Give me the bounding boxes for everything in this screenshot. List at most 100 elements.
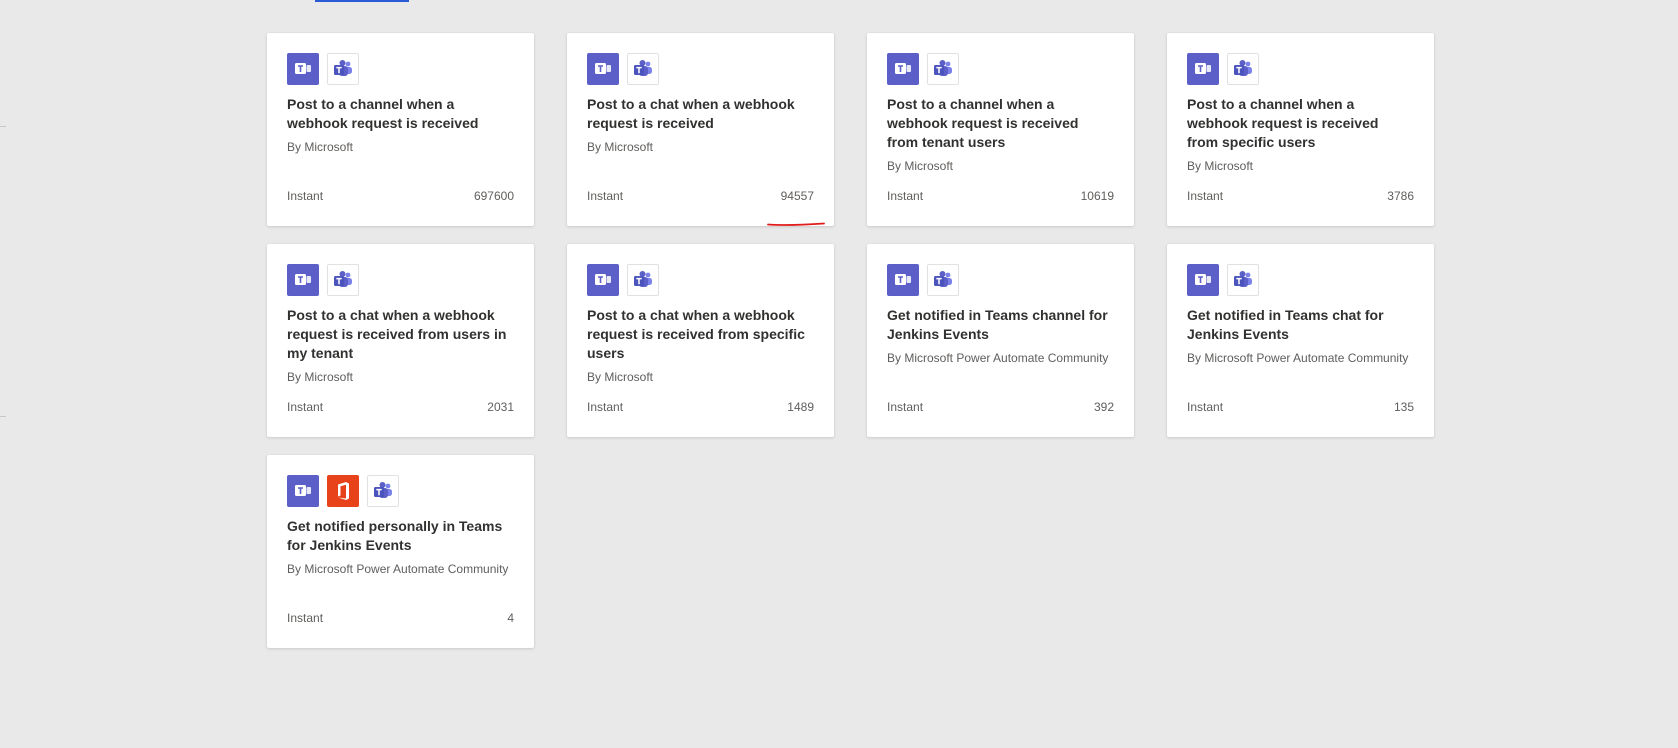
card-usage-count: 392 [1093, 400, 1114, 414]
teams-message-icon-glyph [1195, 274, 1211, 285]
card-author: By Microsoft Power Automate Community [1187, 351, 1409, 365]
card-author: By Microsoft Power Automate Community [887, 351, 1109, 365]
card-title: Post to a chat when a webhook request is… [587, 96, 795, 131]
teams-message-icon-glyph [595, 274, 611, 285]
card-title: Post to a channel when a webhook request… [1187, 96, 1379, 150]
template-card[interactable]: Post to a chat when a webhook request is… [567, 33, 834, 226]
teams-icon [327, 53, 359, 85]
card-type: Instant [887, 189, 924, 203]
teams-icon-glyph [634, 271, 652, 287]
card-footer: Instant 94557 [587, 188, 814, 204]
template-card[interactable]: Post to a channel when a webhook request… [867, 33, 1134, 226]
teams-icon-glyph [334, 60, 352, 76]
card-type: Instant [587, 400, 624, 414]
teams-icon-glyph [1234, 271, 1252, 287]
teams-message-icon-glyph [1195, 63, 1211, 74]
card-author: By Microsoft [587, 370, 654, 384]
template-card[interactable]: Post to a chat when a webhook request is… [567, 244, 834, 437]
template-card[interactable]: Get notified personally in Teams for Jen… [267, 455, 534, 648]
teams-icon-glyph [934, 271, 952, 287]
template-grid: Post to a channel when a webhook request… [267, 33, 1434, 648]
card-footer: Instant 697600 [287, 188, 514, 204]
template-card[interactable]: Post to a channel when a webhook request… [1167, 33, 1434, 226]
card-type: Instant [1187, 189, 1224, 203]
teams-message-icon [287, 475, 319, 507]
teams-icon-glyph [934, 60, 952, 76]
teams-message-icon-glyph [595, 63, 611, 74]
teams-message-icon [587, 264, 619, 296]
connector-icons [887, 53, 1114, 85]
connector-icons [287, 53, 514, 85]
edge-divider [0, 126, 6, 127]
office-icon [327, 475, 359, 507]
teams-message-icon [887, 53, 919, 85]
teams-message-icon [287, 264, 319, 296]
teams-message-icon [587, 53, 619, 85]
card-footer: Instant 3786 [1187, 188, 1414, 204]
card-footer: Instant 10619 [887, 188, 1114, 204]
teams-icon-glyph [374, 482, 392, 498]
card-title: Get notified in Teams chat for Jenkins E… [1187, 307, 1384, 342]
card-type: Instant [287, 611, 324, 625]
card-usage-count: 94557 [780, 189, 814, 203]
card-author: By Microsoft [287, 140, 354, 154]
teams-icon-glyph [334, 271, 352, 287]
card-usage-count: 697600 [473, 189, 514, 203]
teams-icon [1227, 53, 1259, 85]
connector-icons [587, 53, 814, 85]
card-author: By Microsoft Power Automate Community [287, 562, 509, 576]
connector-icons [887, 264, 1114, 296]
connector-icons [287, 264, 514, 296]
red-underline-annotation [767, 222, 825, 226]
connector-icons [587, 264, 814, 296]
card-type: Instant [287, 189, 324, 203]
teams-message-icon-glyph [295, 274, 311, 285]
teams-icon [627, 264, 659, 296]
card-title: Post to a chat when a webhook request is… [287, 307, 507, 361]
edge-divider [0, 416, 6, 417]
teams-message-icon-glyph [295, 485, 311, 496]
card-footer: Instant 392 [887, 399, 1114, 415]
card-author: By Microsoft [587, 140, 654, 154]
template-card[interactable]: Post to a channel when a webhook request… [267, 33, 534, 226]
card-author: By Microsoft [287, 370, 354, 384]
teams-icon [327, 264, 359, 296]
template-card[interactable]: Post to a chat when a webhook request is… [267, 244, 534, 437]
teams-message-icon [1187, 53, 1219, 85]
teams-icon [927, 264, 959, 296]
teams-message-icon [287, 53, 319, 85]
teams-message-icon-glyph [895, 274, 911, 285]
connector-icons [1187, 264, 1414, 296]
teams-icon [927, 53, 959, 85]
teams-message-icon-glyph [295, 63, 311, 74]
office-icon-glyph [338, 482, 349, 500]
card-title: Get notified in Teams channel for Jenkin… [887, 307, 1108, 342]
teams-message-icon [1187, 264, 1219, 296]
card-author: By Microsoft [1187, 159, 1254, 173]
card-usage-count: 4 [507, 611, 514, 625]
card-author: By Microsoft [887, 159, 954, 173]
card-type: Instant [1187, 400, 1224, 414]
template-card[interactable]: Get notified in Teams chat for Jenkins E… [1167, 244, 1434, 437]
card-usage-count: 1489 [787, 400, 814, 414]
connector-icons [1187, 53, 1414, 85]
tab-active-indicator [315, 0, 409, 2]
card-footer: Instant 135 [1187, 399, 1414, 415]
card-title: Get notified personally in Teams for Jen… [287, 518, 503, 553]
template-card[interactable]: Get notified in Teams channel for Jenkin… [867, 244, 1134, 437]
card-usage-count: 10619 [1080, 189, 1114, 203]
card-type: Instant [887, 400, 924, 414]
card-title: Post to a channel when a webhook request… [887, 96, 1079, 150]
card-usage-count: 3786 [1387, 189, 1414, 203]
card-usage-count: 2031 [487, 400, 514, 414]
teams-icon [627, 53, 659, 85]
card-footer: Instant 1489 [587, 399, 814, 415]
teams-icon-glyph [1234, 60, 1252, 76]
card-footer: Instant 2031 [287, 399, 514, 415]
teams-message-icon-glyph [895, 63, 911, 74]
teams-icon [367, 475, 399, 507]
card-footer: Instant 4 [287, 610, 514, 626]
teams-icon [1227, 264, 1259, 296]
connector-icons [287, 475, 514, 507]
teams-icon-glyph [634, 60, 652, 76]
